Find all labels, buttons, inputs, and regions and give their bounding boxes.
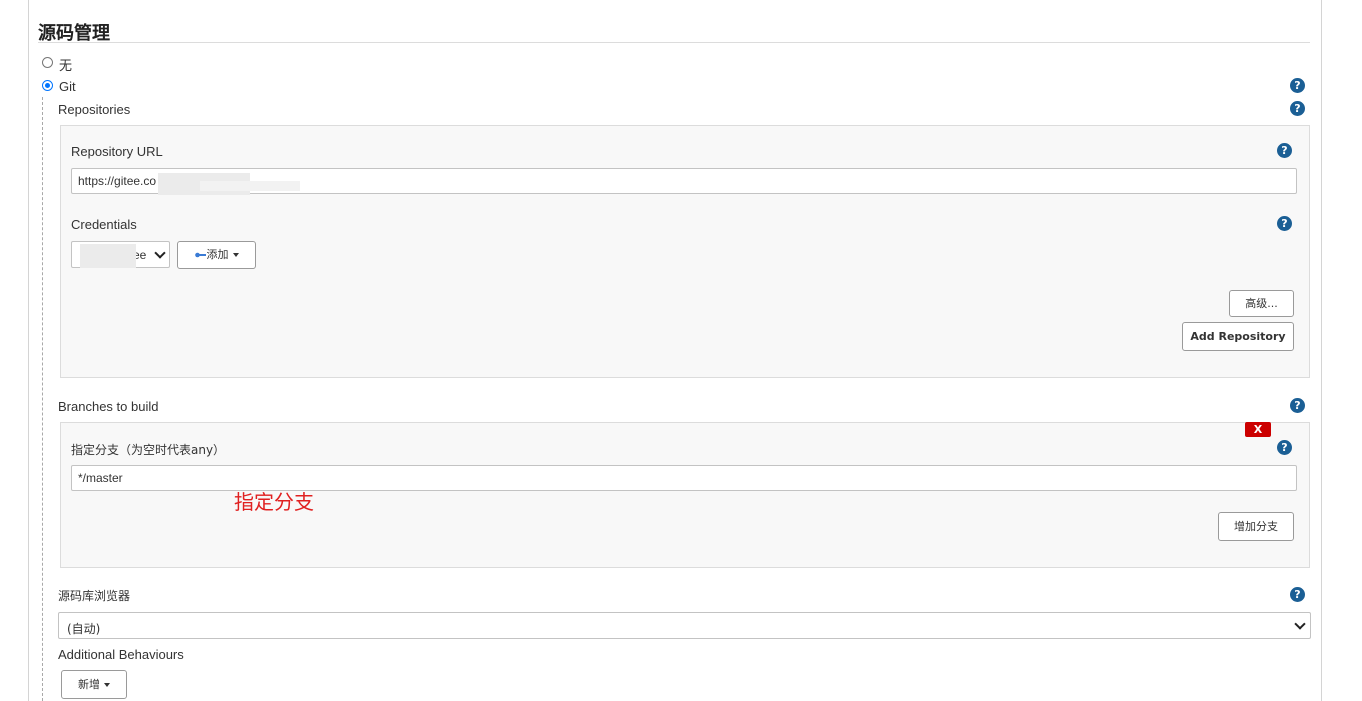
repository-url-help-icon[interactable]: ? — [1277, 143, 1292, 158]
add-behaviour-label: 新增 — [78, 678, 100, 691]
branch-spec-value: */master — [78, 471, 123, 485]
branch-spec-help-icon[interactable]: ? — [1277, 440, 1292, 455]
branch-annotation-text: 指定分支 — [234, 490, 314, 514]
branches-help-icon[interactable]: ? — [1290, 398, 1305, 413]
git-help-icon[interactable]: ? — [1290, 78, 1305, 93]
advanced-button[interactable]: 高级... — [1229, 290, 1294, 317]
chevron-down-icon — [1294, 618, 1306, 630]
scm-none-radio[interactable] — [42, 57, 53, 68]
repository-browser-label: 源码库浏览器 — [58, 589, 131, 603]
credentials-help-icon[interactable]: ? — [1277, 216, 1292, 231]
additional-behaviours-label: Additional Behaviours — [58, 647, 184, 662]
repository-browser-select[interactable]: (自动) — [58, 612, 1311, 639]
credentials-label: Credentials — [71, 217, 137, 232]
key-icon — [194, 252, 207, 258]
scm-none-label: 无 — [59, 58, 73, 73]
branches-label: Branches to build — [58, 399, 159, 414]
repository-browser-help-icon[interactable]: ? — [1290, 587, 1305, 602]
repositories-label: Repositories — [58, 102, 131, 117]
chevron-down-icon — [154, 247, 166, 259]
add-branch-button[interactable]: 增加分支 — [1218, 512, 1294, 541]
branch-spec-label: 指定分支（为空时代表any） — [71, 443, 226, 457]
add-behaviour-button[interactable]: 新增 — [61, 670, 127, 699]
scm-git-radio[interactable] — [42, 80, 53, 91]
section-divider — [38, 42, 1310, 43]
delete-branch-button[interactable]: X — [1245, 422, 1271, 437]
repository-browser-value: (自动) — [67, 622, 101, 636]
repositories-help-icon[interactable]: ? — [1290, 101, 1305, 116]
repository-url-value: https://gitee.co — [78, 174, 157, 188]
scm-git-label: Git — [59, 79, 76, 94]
add-repository-button[interactable]: Add Repository — [1182, 322, 1294, 351]
redacted-url-blur-tail — [200, 181, 300, 191]
add-credentials-label: 添加 — [206, 248, 229, 261]
caret-down-icon — [232, 253, 239, 257]
repository-url-label: Repository URL — [71, 144, 163, 159]
caret-down-icon — [104, 683, 110, 687]
add-credentials-button[interactable]: 添加 — [177, 241, 256, 269]
redacted-credentials-blur — [80, 244, 136, 268]
git-config-indent-line — [42, 97, 43, 701]
